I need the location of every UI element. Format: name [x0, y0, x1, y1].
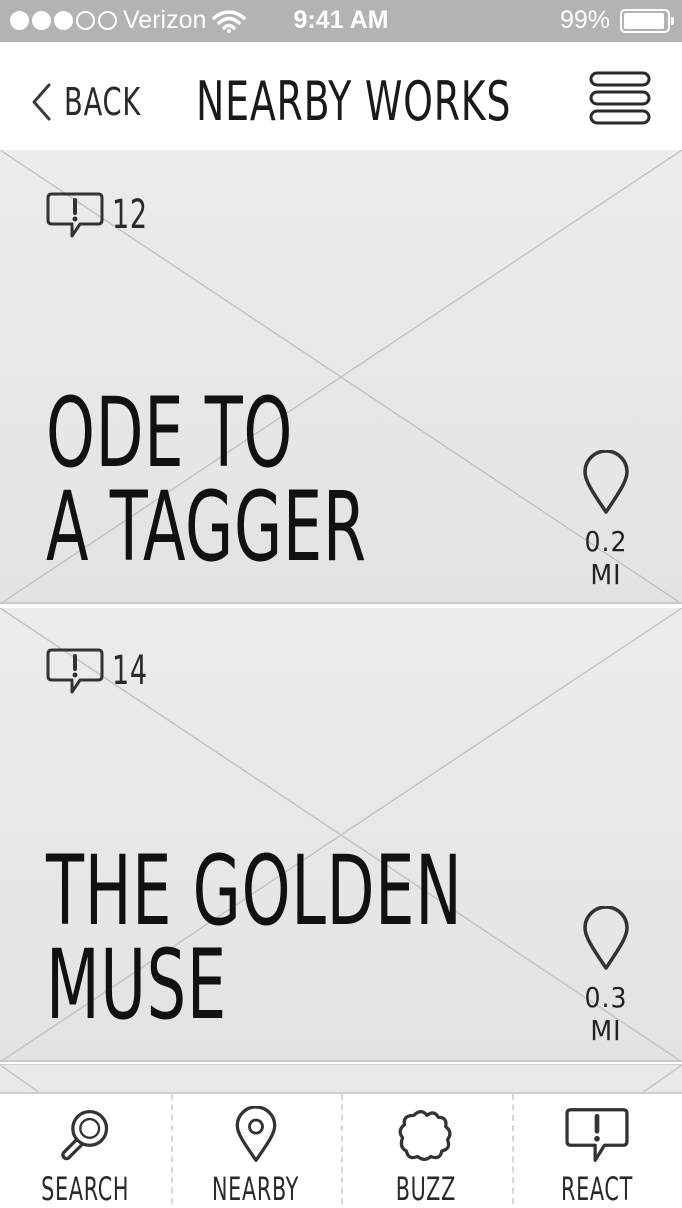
exclamation-bubble-icon [561, 1106, 633, 1164]
cloud-burst-icon [395, 1106, 457, 1164]
hamburger-menu-icon [588, 70, 652, 126]
tab-bar: SEARCH NEARBY BUZZ REACT [0, 1092, 682, 1208]
tab-search[interactable]: SEARCH [0, 1094, 171, 1208]
map-pin-icon [581, 906, 631, 972]
tab-label: BUZZ [396, 1170, 456, 1208]
work-title: THE GOLDEN MUSE [46, 844, 462, 1032]
tab-label: SEARCH [41, 1170, 129, 1208]
next-card-edge [0, 1064, 682, 1093]
work-card[interactable]: 12 ODE TO A TAGGER 0.2 MI [0, 150, 682, 604]
work-title-line: THE GOLDEN [46, 844, 462, 938]
tab-react[interactable]: REACT [512, 1094, 682, 1208]
distance: 0.3 MI [566, 906, 646, 1047]
tab-buzz[interactable]: BUZZ [341, 1094, 512, 1208]
distance: 0.2 MI [566, 450, 646, 591]
exclamation-bubble-icon [46, 646, 104, 696]
work-card[interactable]: 14 THE GOLDEN MUSE 0.3 MI [0, 608, 682, 1062]
comment-count[interactable]: 14 [46, 646, 160, 696]
work-title: ODE TO A TAGGER [46, 386, 367, 574]
status-right: 99% [560, 6, 670, 35]
status-bar: Verizon 9:41 AM 99% [0, 0, 682, 42]
chevron-left-icon [30, 82, 52, 122]
battery-icon [620, 9, 670, 33]
work-title-line: ODE TO [46, 386, 367, 480]
page-title: NEARBY WORKS [196, 70, 511, 133]
back-label: BACK [64, 80, 141, 124]
comment-count-value: 12 [112, 192, 148, 238]
menu-button[interactable] [588, 70, 652, 126]
magnifier-icon [54, 1106, 116, 1164]
tab-label: NEARBY [212, 1170, 299, 1208]
back-button[interactable]: BACK [30, 80, 160, 124]
comment-count-value: 14 [112, 648, 148, 694]
tab-nearby[interactable]: NEARBY [171, 1094, 342, 1208]
work-title-line: MUSE [46, 938, 462, 1032]
battery-percent: 99% [560, 6, 610, 35]
exclamation-bubble-icon [46, 190, 104, 240]
map-pin-icon [231, 1106, 281, 1164]
work-title-line: A TAGGER [46, 480, 367, 574]
map-pin-icon [581, 450, 631, 516]
comment-count[interactable]: 12 [46, 190, 160, 240]
tab-label: REACT [561, 1170, 633, 1208]
nav-bar: BACK NEARBY WORKS [0, 42, 682, 150]
distance-value: 0.2 MI [566, 525, 646, 591]
distance-value: 0.3 MI [566, 981, 646, 1047]
